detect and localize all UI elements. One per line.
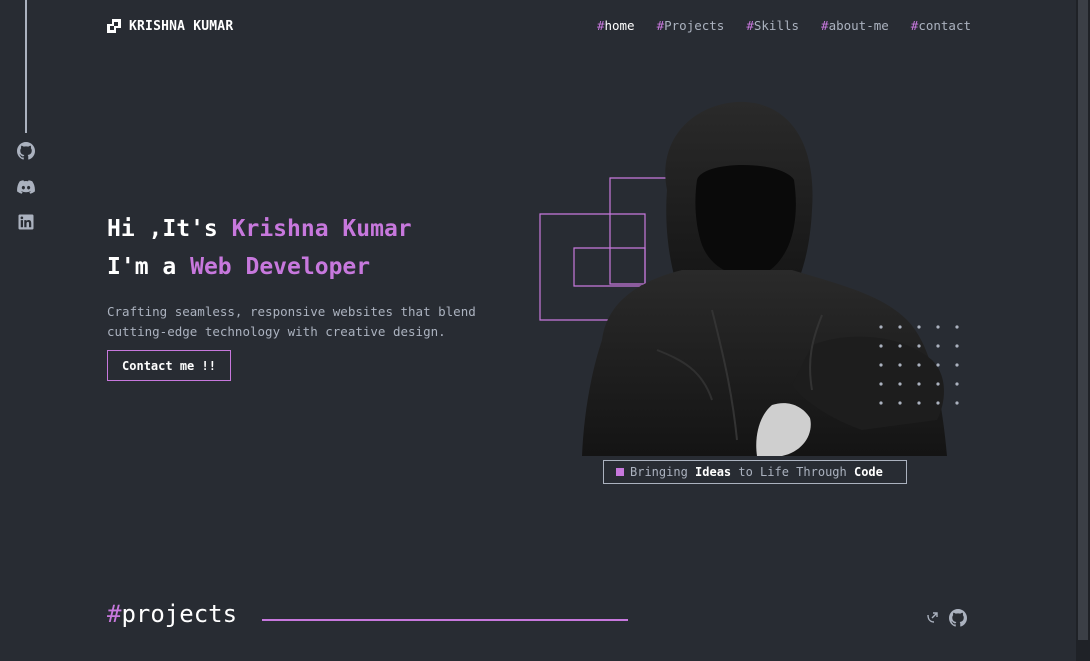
hero-line-1: Hi ,It's Krishna Kumar: [107, 210, 412, 248]
scrollbar-track[interactable]: [1076, 0, 1090, 661]
nav-item-home[interactable]: #home: [597, 18, 635, 33]
tagline-caption: Bringing Ideas to Life Through Code: [603, 460, 907, 484]
hero-line-2: I'm a Web Developer: [107, 248, 412, 286]
sidebar-line: [25, 0, 27, 133]
contact-me-button[interactable]: Contact me !!: [107, 350, 231, 381]
brand-name: KRISHNA KUMAR: [129, 18, 234, 34]
nav-hash: #: [821, 18, 829, 33]
nav-label: contact: [918, 18, 971, 33]
logo-mark-icon: [107, 19, 121, 33]
section-divider: [262, 619, 628, 621]
discord-icon[interactable]: [17, 178, 35, 196]
hero-greeting: Hi ,It's: [107, 216, 232, 242]
external-link-icon[interactable]: [924, 609, 942, 627]
hero-role-prefix: I'm a: [107, 254, 191, 280]
scrollbar-thumb[interactable]: [1078, 0, 1088, 640]
nav-hash: #: [746, 18, 754, 33]
caption-highlight: Ideas: [695, 465, 732, 479]
hero-role: Web Developer: [190, 254, 371, 280]
caption-square-icon: [616, 468, 624, 476]
nav-label: about-me: [828, 18, 889, 33]
nav-item-about-me[interactable]: #about-me: [821, 18, 889, 33]
caption-text: Bringing Ideas to Life Through Code: [630, 465, 883, 479]
caption-highlight: Code: [853, 465, 883, 479]
caption-part: Bringing: [630, 465, 696, 479]
brand-logo[interactable]: KRISHNA KUMAR: [107, 16, 233, 36]
hero-name: Krishna Kumar: [231, 216, 412, 242]
nav-label: Skills: [753, 18, 800, 33]
github-icon[interactable]: [17, 142, 35, 160]
hero-illustration: [538, 100, 978, 460]
nav-item-projects[interactable]: #Projects: [657, 18, 725, 33]
main-nav: #home #Projects #Skills #about-me #conta…: [597, 18, 971, 33]
portfolio-page: KRISHNA KUMAR #home #Projects #Skills #a…: [0, 0, 1090, 661]
hero-heading: Hi ,It's Krishna Kumar I'm a Web Develop…: [107, 210, 412, 286]
section-title-projects: #projects: [107, 600, 237, 628]
caption-part: to Life Through: [731, 465, 854, 479]
nav-item-skills[interactable]: #Skills: [746, 18, 799, 33]
hero-description: Crafting seamless, responsive websites t…: [107, 304, 476, 339]
section-hash: #: [107, 600, 122, 628]
dots-decoration: [879, 325, 959, 405]
nav-label: Projects: [664, 18, 725, 33]
nav-label: home: [604, 18, 635, 33]
linkedin-icon[interactable]: [17, 213, 35, 231]
nav-item-contact[interactable]: #contact: [911, 18, 971, 33]
github-icon[interactable]: [949, 609, 967, 627]
nav-hash: #: [656, 18, 665, 33]
section-title-text: projects: [121, 600, 238, 628]
